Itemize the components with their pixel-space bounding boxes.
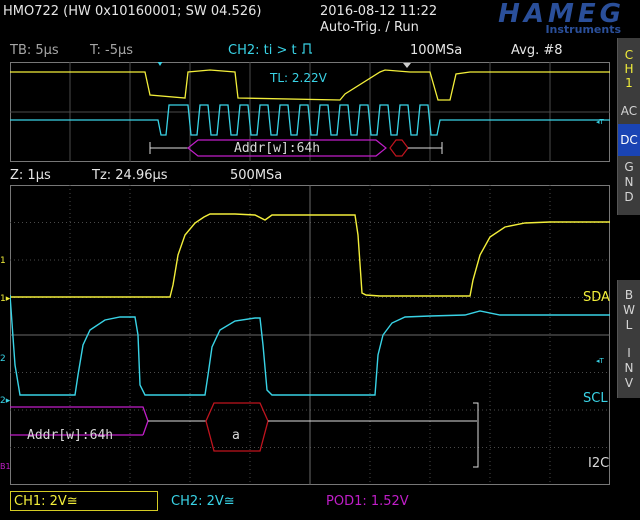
pulse-icon [301, 43, 313, 58]
timebase[interactable]: TB: 5µs [10, 43, 59, 58]
ch2-offset-marker[interactable]: 2 [0, 352, 6, 367]
decode-data-label: a [232, 428, 240, 443]
scl-label: SCL [583, 391, 608, 406]
coupling-gnd-button[interactable]: G N D [618, 160, 640, 210]
ch2-ground-marker[interactable]: 2▸ [0, 394, 10, 409]
trigger-mode: Auto-Trig. / Run [320, 20, 419, 35]
zoom-factor[interactable]: Z: 1µs [10, 168, 51, 183]
sidebar-ch-h: H [624, 62, 634, 76]
overview-t-marker: ◂T [596, 118, 605, 126]
hameg-logo: HAMEG Instruments [451, 0, 627, 36]
logo-sub: Instruments [545, 23, 621, 36]
ch1-ground-marker[interactable]: 1▸ [0, 292, 10, 307]
ch1-offset-marker[interactable]: 1 [0, 254, 6, 269]
sample-rate-zoom: 500MSa [230, 168, 283, 183]
trigger-level: TL: 2.22V [269, 71, 328, 85]
average-count: Avg. #8 [511, 43, 563, 58]
decode-addr-label: Addr[w]:64h [27, 428, 113, 443]
inv-button[interactable]: I N V [618, 346, 640, 394]
zoom-marker-icon [403, 63, 411, 68]
trigger-condition[interactable]: CH2: ti > t [228, 43, 313, 58]
trigger-condition-text: CH2: ti > t [228, 43, 297, 58]
zoom-time[interactable]: Tz: 24.96µs [92, 168, 168, 183]
overview-window[interactable]: Addr[w]:64h TL: 2.22V ◂T [10, 62, 610, 162]
sidebar-ch-c: C [624, 48, 634, 62]
sample-rate-overview: 100MSa [410, 43, 463, 58]
bus-marker[interactable]: B1 [0, 459, 11, 474]
coupling-dc-button[interactable]: DC [618, 124, 640, 156]
bwl-button[interactable]: B W L [618, 288, 640, 336]
overview-decode-label: Addr[w]:64h [234, 141, 320, 156]
sidebar-ch-1: 1 [625, 76, 633, 90]
device-info: HMO722 (HW 0x10160001; SW 04.526) [3, 4, 262, 19]
trigger-position[interactable]: T: -5µs [90, 43, 133, 58]
ch1-coupling-sidebar: C H 1 AC DC G N D [617, 38, 640, 215]
ch1-scale: CH1: 2V≅ [14, 494, 78, 509]
sda-label: SDA [583, 290, 610, 305]
ch2-scale[interactable]: CH2: 2V≅ [171, 494, 235, 509]
zoom-window[interactable]: Addr[w]:64h a SDA SCL I2C ◂T [10, 185, 610, 485]
coupling-ac-button[interactable]: AC [618, 100, 640, 122]
pod1-threshold[interactable]: POD1: 1.52V [326, 494, 409, 509]
bus-label: I2C [588, 456, 609, 471]
ch1-options-sidebar: B W L I N V [617, 280, 640, 398]
zoom-t-marker: ◂T [596, 357, 605, 365]
datetime: 2016-08-12 11:22 [320, 4, 438, 19]
